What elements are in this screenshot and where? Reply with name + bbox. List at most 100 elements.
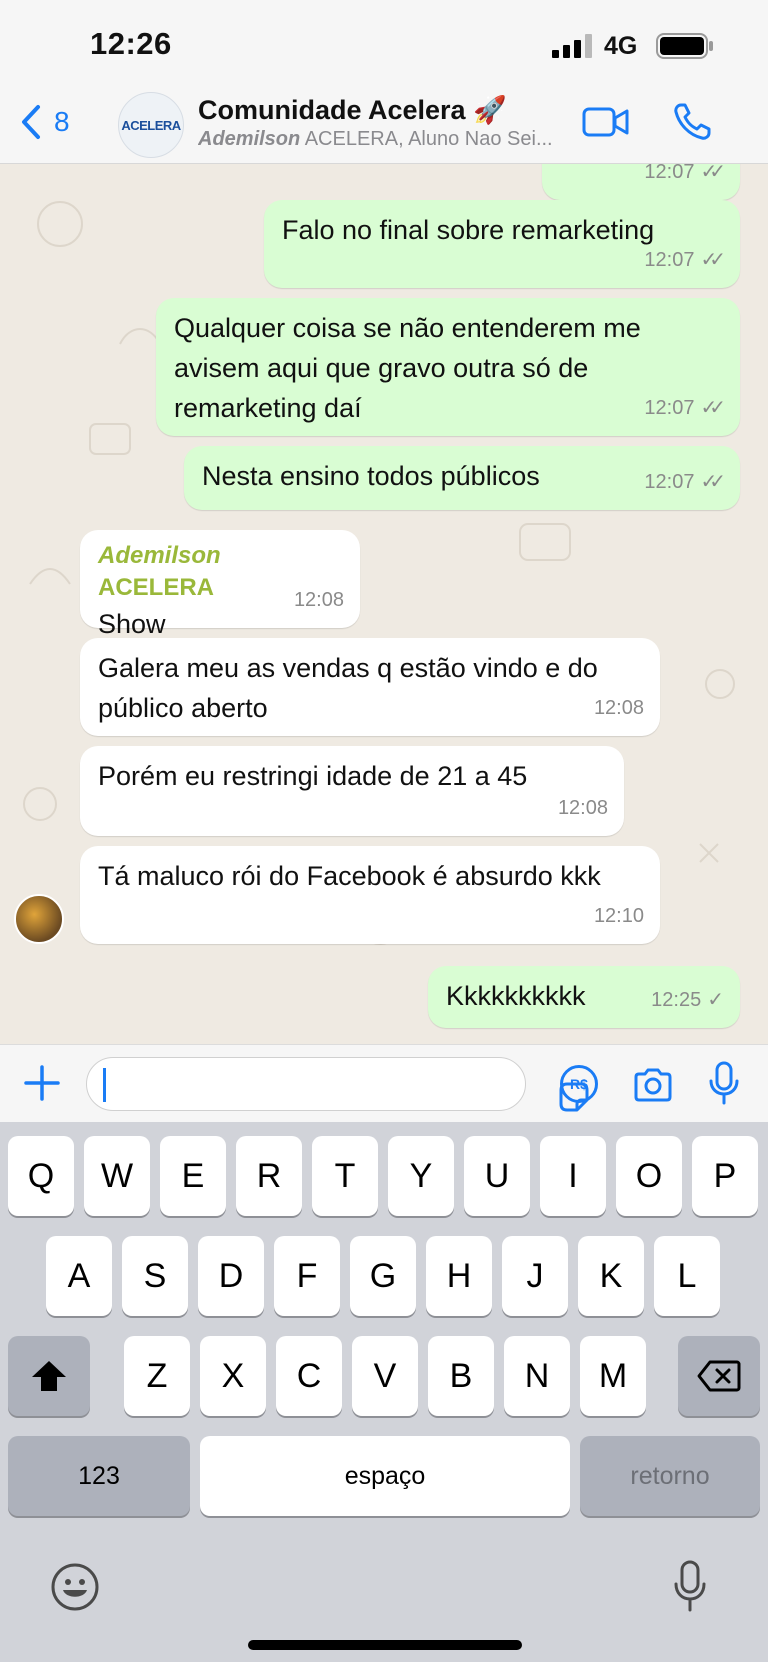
key-d[interactable]: D [198, 1236, 264, 1316]
sender-avatar[interactable] [14, 894, 64, 944]
phone-call-icon[interactable] [672, 102, 712, 142]
read-receipt-icon: ✓✓ [700, 397, 725, 419]
sender-first-name: Ademilson [98, 542, 221, 569]
unread-count: 8 [54, 106, 70, 137]
message-bubble[interactable]: 12:07 ✓✓ [542, 164, 740, 200]
return-key[interactable]: retorno [580, 1436, 760, 1516]
key-a[interactable]: A [46, 1236, 112, 1316]
key-h[interactable]: H [426, 1236, 492, 1316]
key-r[interactable]: R [236, 1136, 302, 1216]
status-time: 12:26 [90, 26, 172, 61]
space-key[interactable]: espaço [200, 1436, 570, 1516]
read-receipt-icon: ✓✓ [700, 164, 725, 183]
back-button[interactable]: 8 [20, 100, 70, 144]
key-s[interactable]: S [122, 1236, 188, 1316]
message-meta: 12:25 ✓ [651, 980, 724, 1020]
emoji-icon[interactable] [50, 1562, 100, 1612]
key-f[interactable]: F [274, 1236, 340, 1316]
message-meta: 12:08 [294, 580, 344, 620]
camera-icon[interactable] [632, 1067, 674, 1103]
key-q[interactable]: Q [8, 1136, 74, 1216]
key-j[interactable]: J [502, 1236, 568, 1316]
key-b[interactable]: B [428, 1336, 494, 1416]
message-meta: 12:08 [594, 688, 644, 728]
key-n[interactable]: N [504, 1336, 570, 1416]
plus-icon[interactable] [22, 1063, 62, 1103]
key-t[interactable]: T [312, 1136, 378, 1216]
backspace-icon [697, 1360, 741, 1392]
message-time: 12:07 [644, 249, 695, 271]
member-highlight: Ademilson [198, 128, 301, 150]
message-bubble[interactable]: Ademilson ACELERA Show 12:08 [80, 530, 360, 639]
message-bubble[interactable]: Tá maluco rói do Facebook é absurdo kkk … [80, 846, 660, 944]
message-text: Galera meu as vendas q estão vindo e do … [98, 653, 598, 723]
message-time: 12:08 [557, 797, 608, 819]
backspace-key[interactable] [678, 1336, 760, 1416]
key-o[interactable]: O [616, 1136, 682, 1216]
network-label: 4G [604, 32, 638, 60]
chat-header: 12:26 4G 8 ACELERA Comunidade Acelera 🚀 … [0, 0, 768, 164]
message-time: 12:08 [293, 589, 344, 611]
key-l[interactable]: L [654, 1236, 720, 1316]
message-text: Tá maluco rói do Facebook é absurdo kkk [98, 861, 601, 891]
key-i[interactable]: I [540, 1136, 606, 1216]
group-members[interactable]: Ademilson ACELERA, Aluno Nao Sei... [198, 128, 568, 151]
message-time: 12:07 [644, 164, 695, 183]
video-call-icon[interactable] [582, 104, 630, 140]
battery-icon [656, 33, 713, 59]
message-bubble[interactable]: Galera meu as vendas q estão vindo e do … [80, 638, 660, 736]
key-u[interactable]: U [464, 1136, 530, 1216]
read-receipt-icon: ✓✓ [700, 249, 725, 271]
keyboard: 123 espaço retorno QWERTYUIOP ASDFGHJKL ZX… [0, 1122, 768, 1662]
sender-last-name: ACELERA [98, 574, 215, 601]
key-y[interactable]: Y [388, 1136, 454, 1216]
message-time: 12:07 [644, 397, 695, 419]
pay-icon[interactable]: R$ [560, 1065, 598, 1103]
key-p[interactable]: P [692, 1136, 758, 1216]
message-bubble[interactable]: Nesta ensino todos públicos 12:07 ✓✓ [184, 446, 740, 510]
numbers-key[interactable]: 123 [8, 1436, 190, 1516]
pay-label: R$ [570, 1076, 588, 1092]
message-bubble[interactable]: Kkkkkkkkkk 12:25 ✓ [428, 966, 740, 1028]
home-indicator[interactable] [248, 1640, 522, 1650]
group-avatar[interactable]: ACELERA [118, 92, 184, 158]
text-cursor [103, 1068, 106, 1102]
message-meta: 12:07 ✓✓ [644, 240, 725, 280]
key-w[interactable]: W [84, 1136, 150, 1216]
message-bubble[interactable]: Falo no final sobre remarketing 12:07 ✓✓ [264, 200, 740, 288]
composer-bar: R$ [0, 1044, 768, 1122]
shift-icon [32, 1361, 66, 1391]
key-e[interactable]: E [160, 1136, 226, 1216]
message-text: Porém eu restringi idade de 21 a 45 [98, 761, 528, 791]
message-meta: 12:07 ✓✓ [644, 462, 725, 502]
back-chevron-icon [22, 105, 40, 139]
message-bubble[interactable]: Porém eu restringi idade de 21 a 45 12:0… [80, 746, 624, 836]
member-list: ACELERA, Aluno Nao Sei... [300, 128, 553, 150]
read-receipt-icon: ✓✓ [700, 471, 725, 493]
key-m[interactable]: M [580, 1336, 646, 1416]
message-time: 12:08 [593, 697, 644, 719]
key-g[interactable]: G [350, 1236, 416, 1316]
signal-icon [552, 34, 592, 58]
message-text: Qualquer coisa se não entenderem me avis… [174, 313, 641, 423]
key-c[interactable]: C [276, 1336, 342, 1416]
message-list[interactable]: 12:07 ✓✓ Falo no final sobre remarketing… [0, 164, 768, 1044]
group-title[interactable]: Comunidade Acelera 🚀 [198, 94, 507, 126]
key-z[interactable]: Z [124, 1336, 190, 1416]
message-input[interactable] [86, 1057, 589, 1112]
group-avatar-text: ACELERA [121, 117, 181, 133]
microphone-icon[interactable] [706, 1061, 742, 1105]
key-v[interactable]: V [352, 1336, 418, 1416]
key-x[interactable]: X [200, 1336, 266, 1416]
message-time: 12:07 [644, 471, 695, 493]
message-meta: 12:10 [594, 896, 644, 936]
dictation-icon[interactable] [672, 1560, 708, 1612]
message-meta: 12:08 [558, 788, 608, 828]
message-time: 12:10 [593, 905, 644, 927]
message-bubble[interactable]: Qualquer coisa se não entenderem me avis… [156, 298, 740, 436]
message-meta: 12:07 ✓✓ [644, 164, 725, 192]
shift-key[interactable] [8, 1336, 90, 1416]
key-k[interactable]: K [578, 1236, 644, 1316]
message-time: 12:25 [651, 989, 702, 1011]
message-meta: 12:07 ✓✓ [644, 388, 725, 428]
